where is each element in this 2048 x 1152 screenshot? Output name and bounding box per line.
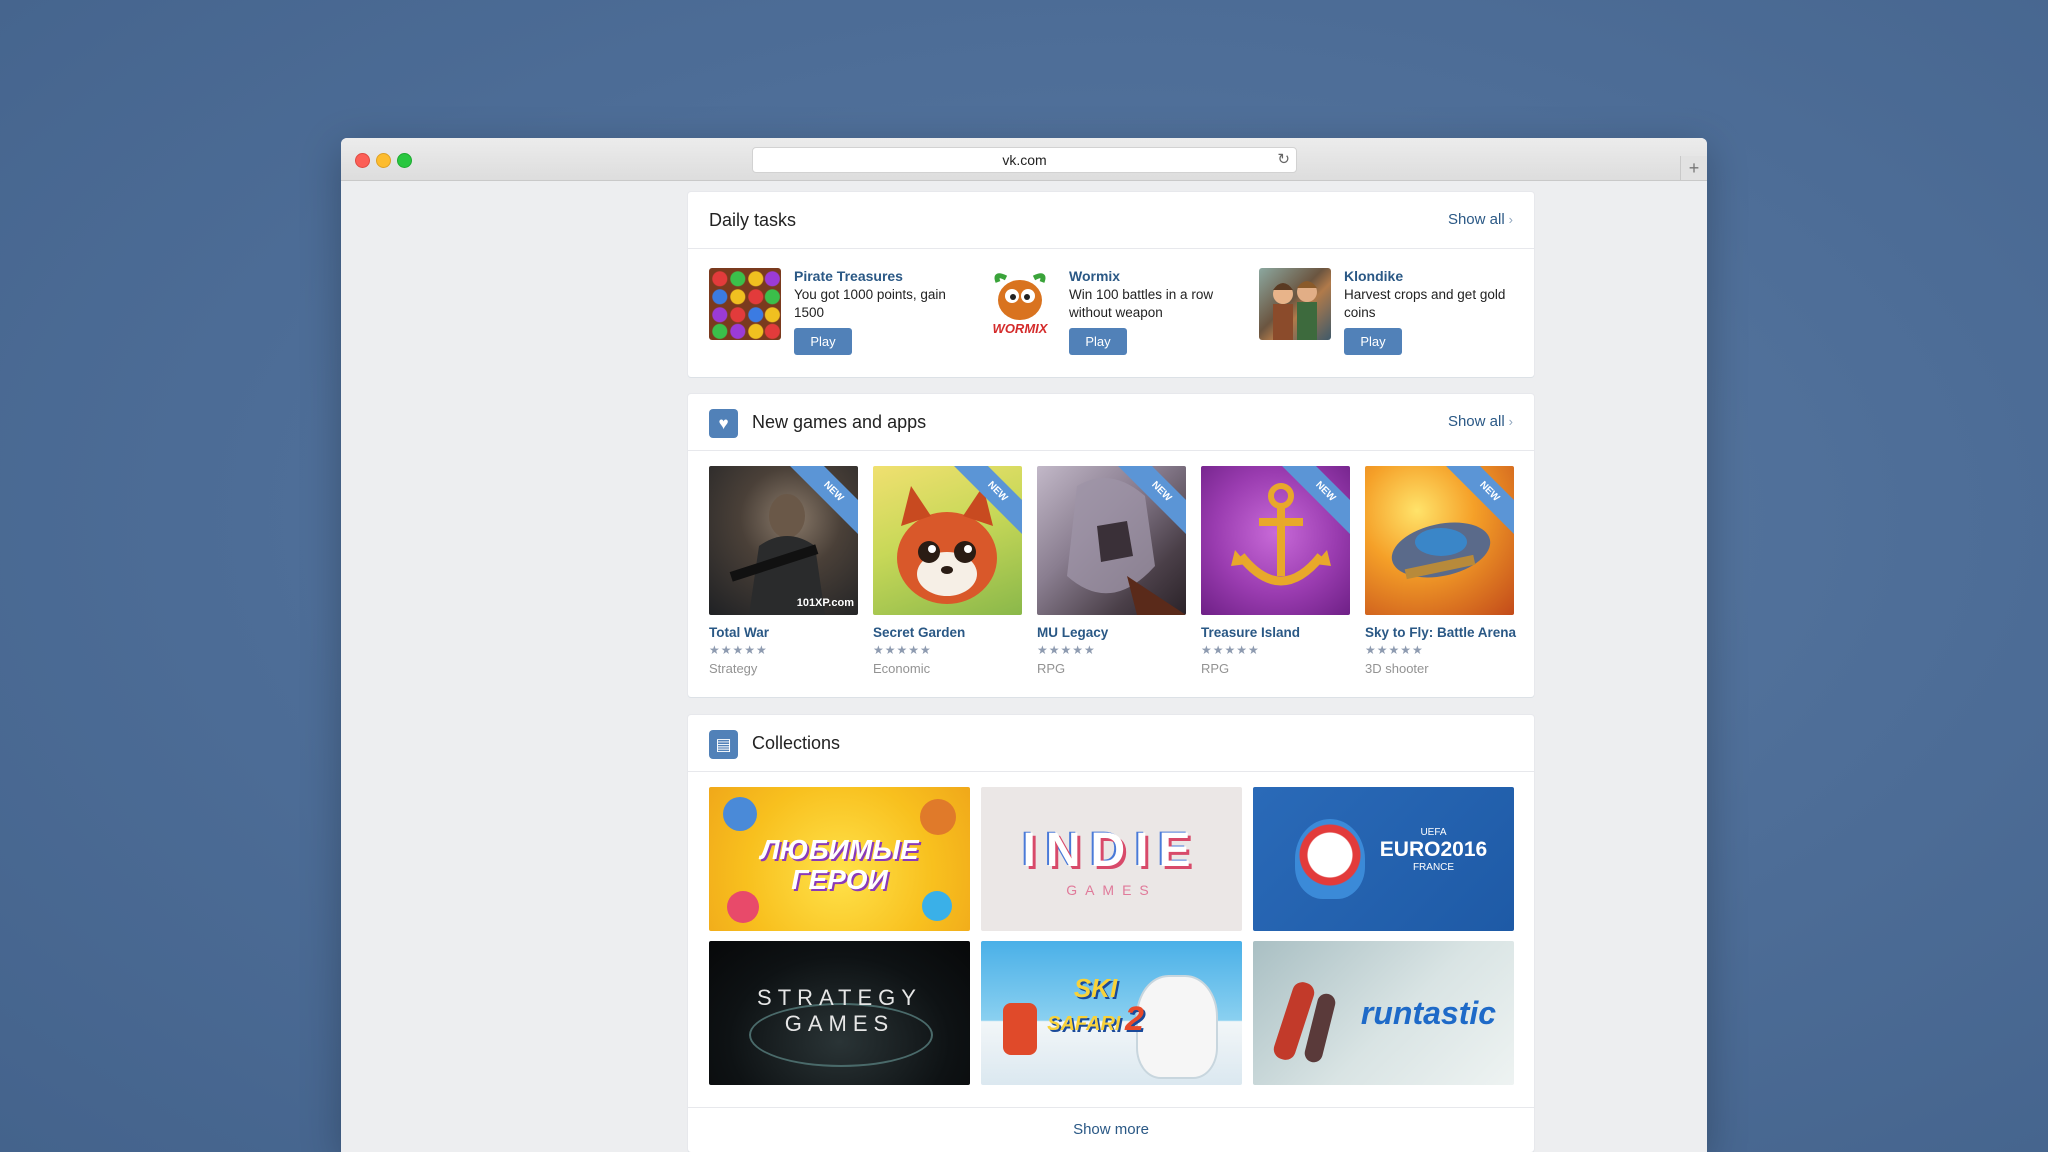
collection-favorite-heroes[interactable]: ЛЮБИМЫЕ ГЕРОИ <box>709 787 970 931</box>
close-window-button[interactable] <box>355 153 370 168</box>
game-title[interactable]: Treasure Island <box>1201 625 1350 640</box>
reload-icon[interactable]: ↻ <box>1277 148 1290 172</box>
game-card[interactable]: NEW 101XP.com Total War ★★★★★ Strategy <box>709 466 858 676</box>
game-card[interactable]: NEW MU Legacy ★★★★★ RPG <box>1037 466 1186 676</box>
task-game-name[interactable]: Wormix <box>1069 268 1120 284</box>
task-game-name[interactable]: Pirate Treasures <box>794 268 903 284</box>
heart-icon: ♥ <box>709 409 738 438</box>
secret-garden-image[interactable]: NEW <box>873 466 1022 615</box>
total-war-image[interactable]: NEW 101XP.com <box>709 466 858 615</box>
daily-tasks-show-all-link[interactable]: Show all › <box>1448 192 1513 248</box>
chevron-right-icon: › <box>1508 414 1513 429</box>
collection-title-line2: SAFARI <box>1047 1013 1121 1035</box>
rating-stars: ★★★★★ <box>873 643 932 657</box>
address-bar[interactable]: vk.com ↻ <box>752 147 1297 173</box>
game-genre: Strategy <box>709 661 758 676</box>
collection-title-line3: FRANCE <box>1412 862 1455 873</box>
folder-icon: ▤ <box>709 730 738 759</box>
character-illustration <box>920 799 956 835</box>
collection-title-line1: INDIE <box>1022 824 1201 877</box>
game-genre: RPG <box>1201 661 1230 676</box>
show-more-button[interactable]: Show more <box>688 1107 1534 1152</box>
task-description: Harvest crops and get gold coins <box>1344 287 1506 320</box>
game-title[interactable]: Sky to Fly: Battle Arena <box>1365 625 1516 640</box>
task-game-name[interactable]: Klondike <box>1344 268 1403 284</box>
title-bar: vk.com ↻ + <box>341 138 1707 181</box>
url-text: vk.com <box>1002 152 1047 168</box>
new-games-panel: ♥ New games and apps Show all › NEW 101XP… <box>688 394 1534 697</box>
minimize-window-button[interactable] <box>376 153 391 168</box>
collection-title-line1: ЛЮБИМЫЕ <box>760 834 919 865</box>
collection-title-line1: runtastic <box>1360 995 1497 1031</box>
collection-euro-2016[interactable]: UEFA EURO2016 FRANCE <box>1253 787 1514 931</box>
collection-title-line1: SKI <box>1073 973 1118 1003</box>
treasure-island-image[interactable]: NEW <box>1201 466 1350 615</box>
character-illustration <box>723 797 757 831</box>
game-genre: Economic <box>873 661 931 676</box>
collection-runtastic[interactable]: runtastic <box>1253 941 1514 1085</box>
chevron-right-icon: › <box>1508 212 1513 227</box>
publisher-watermark: 101XP.com <box>796 597 854 609</box>
collections-title: Collections <box>752 733 841 753</box>
collection-title-line2: GAMES <box>1066 882 1157 898</box>
new-tab-button[interactable]: + <box>1680 156 1707 180</box>
sky-to-fly-image[interactable]: NEW <box>1365 466 1514 615</box>
browser-window: vk.com ↻ + Daily tasks Show all › Pirate … <box>341 138 1707 1152</box>
play-button[interactable]: Play <box>1344 328 1402 355</box>
collections-panel: ▤ Collections ЛЮБИМЫЕ ГЕРОИ INDIE GAMES … <box>688 715 1534 1152</box>
game-title[interactable]: MU Legacy <box>1037 625 1186 640</box>
collections-header: ▤ Collections <box>688 715 1534 772</box>
game-title[interactable]: Total War <box>709 625 858 640</box>
new-games-header: ♥ New games and apps Show all › <box>688 394 1534 451</box>
game-genre: RPG <box>1037 661 1066 676</box>
task-description: You got 1000 points, gain 1500 <box>794 287 946 320</box>
play-button[interactable]: Play <box>794 328 852 355</box>
collection-title-line1: UEFA <box>1420 827 1447 838</box>
game-card[interactable]: NEW Secret Garden ★★★★★ Economic <box>873 466 1022 676</box>
rating-stars: ★★★★★ <box>1365 643 1424 657</box>
klondike-thumbnail[interactable] <box>1259 268 1331 340</box>
collection-title-line2: ГЕРОИ <box>791 864 888 895</box>
daily-tasks-panel: Daily tasks Show all › Pirate Treasures Y… <box>688 192 1534 377</box>
mu-legacy-image[interactable]: NEW <box>1037 466 1186 615</box>
game-card[interactable]: NEW Sky to Fly: Battle Arena ★★★★★ 3D sh… <box>1365 466 1516 676</box>
task-item: WORMIX Wormix Win 100 battles in a row w… <box>984 268 1244 358</box>
task-item: Pirate Treasures You got 1000 points, ga… <box>709 268 969 358</box>
rating-stars: ★★★★★ <box>1201 643 1260 657</box>
task-description: Win 100 battles in a row without weapon <box>1069 287 1214 320</box>
daily-tasks-header: Daily tasks Show all › <box>688 192 1534 249</box>
collection-title-line2: EURO2016 <box>1379 838 1488 861</box>
rating-stars: ★★★★★ <box>1037 643 1096 657</box>
collection-title-line3: 2 <box>1124 1000 1144 1038</box>
game-genre: 3D shooter <box>1365 661 1429 676</box>
character-illustration <box>922 891 952 921</box>
zoom-window-button[interactable] <box>397 153 412 168</box>
collection-strategy-games[interactable]: STRATEGY GAMES <box>709 941 970 1085</box>
game-title[interactable]: Secret Garden <box>873 625 1022 640</box>
daily-tasks-title: Daily tasks <box>709 210 797 230</box>
new-games-title: New games and apps <box>752 412 927 432</box>
wormix-thumbnail[interactable]: WORMIX <box>984 268 1056 340</box>
rating-stars: ★★★★★ <box>709 643 768 657</box>
play-button[interactable]: Play <box>1069 328 1127 355</box>
task-item: Klondike Harvest crops and get gold coin… <box>1259 268 1519 358</box>
new-games-show-all-link[interactable]: Show all › <box>1448 394 1513 450</box>
collection-ski-safari-2[interactable]: SKI SAFARI 2 <box>981 941 1242 1085</box>
pirate-treasures-thumbnail[interactable] <box>709 268 781 340</box>
collection-title-line1: STRATEGY <box>757 985 922 1010</box>
game-card[interactable]: NEW Treasure Island ★★★★★ RPG <box>1201 466 1350 676</box>
collection-title-line2: GAMES <box>784 1011 895 1036</box>
character-illustration <box>727 891 759 923</box>
wormix-logo-text: WORMIX <box>992 321 1048 336</box>
collection-indie-games[interactable]: INDIE GAMES <box>981 787 1242 931</box>
